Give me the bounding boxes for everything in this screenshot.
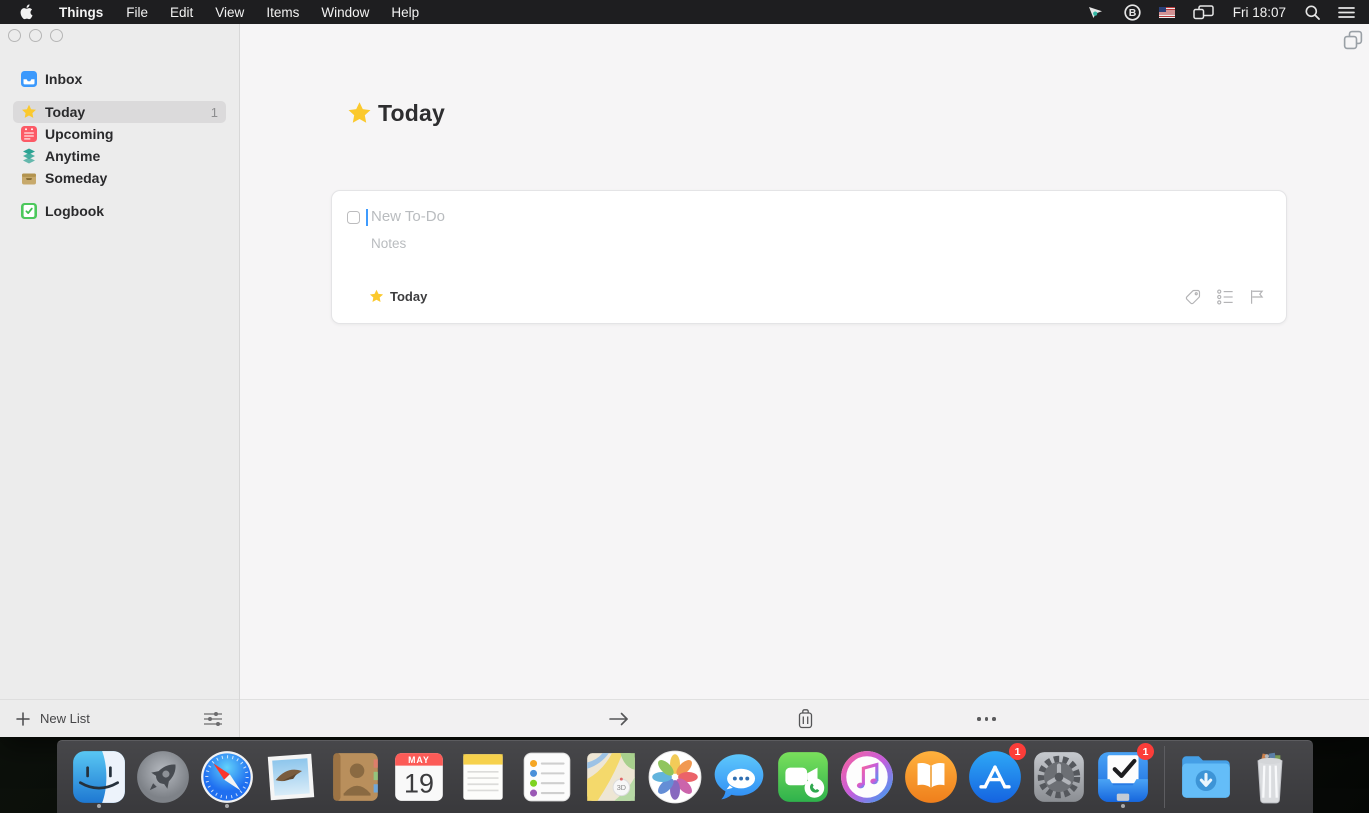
sidebar-item-label: Upcoming	[45, 126, 113, 142]
dock: MAY 19 3D 1	[57, 740, 1313, 813]
more-options-button[interactable]	[977, 717, 996, 721]
sidebar-item-logbook[interactable]: Logbook	[13, 200, 226, 222]
sidebar: Inbox Today 1 Upcoming	[0, 24, 240, 737]
dock-icon-launchpad[interactable]	[131, 745, 195, 809]
notification-center-icon[interactable]	[1329, 0, 1369, 24]
menu-help[interactable]: Help	[380, 0, 430, 24]
dock-icon-downloads-folder[interactable]	[1174, 745, 1238, 809]
dock-icon-calendar[interactable]: MAY 19	[387, 745, 451, 809]
running-indicator	[1121, 804, 1125, 808]
things-window: Inbox Today 1 Upcoming	[0, 24, 1369, 737]
dock-icon-finder[interactable]	[67, 745, 131, 809]
flag-icon[interactable]	[1248, 288, 1266, 306]
sidebar-item-anytime[interactable]: Anytime	[13, 145, 226, 167]
logbook-icon	[21, 203, 37, 219]
sidebar-item-label: Inbox	[45, 71, 82, 87]
notification-badge: 1	[1137, 743, 1154, 760]
menu-window[interactable]: Window	[310, 0, 380, 24]
apple-icon	[20, 4, 33, 20]
plus-icon	[16, 712, 30, 726]
tag-icon[interactable]	[1184, 288, 1202, 306]
dock-icon-books[interactable]	[899, 745, 963, 809]
todo-when-chip[interactable]: Today	[369, 289, 427, 304]
dock-icon-notes[interactable]	[451, 745, 515, 809]
page-title-text: Today	[378, 100, 445, 127]
text-caret	[366, 209, 368, 226]
running-indicator	[97, 804, 101, 808]
svg-text:3D: 3D	[617, 783, 626, 792]
b-circle-status-icon[interactable]: B	[1115, 0, 1150, 24]
page-title: Today	[347, 100, 445, 127]
today-star-icon	[21, 104, 37, 120]
input-source-flag-icon[interactable]	[1150, 0, 1184, 24]
todo-when-label: Today	[390, 289, 427, 304]
new-list-button[interactable]: New List	[40, 711, 90, 726]
displays-icon[interactable]	[1184, 0, 1223, 24]
menu-items[interactable]: Items	[255, 0, 310, 24]
dock-icon-messages[interactable]	[707, 745, 771, 809]
dock-icon-mail[interactable]	[259, 745, 323, 809]
dock-icon-app-store[interactable]: 1	[963, 745, 1027, 809]
sidebar-list: Inbox Today 1 Upcoming	[0, 68, 239, 222]
todo-checkbox[interactable]	[347, 211, 360, 224]
sidebar-item-today[interactable]: Today 1	[13, 101, 226, 123]
trash-button[interactable]	[796, 708, 815, 729]
todo-actions	[1184, 288, 1266, 306]
desktop: Things File Edit View Items Window Help …	[0, 0, 1369, 813]
dock-icon-trash[interactable]	[1238, 745, 1302, 809]
sidebar-item-label: Someday	[45, 170, 107, 186]
dock-divider	[1164, 746, 1165, 808]
cursor-status-icon[interactable]	[1078, 0, 1115, 24]
sidebar-item-inbox[interactable]: Inbox	[13, 68, 226, 90]
svg-text:19: 19	[404, 769, 434, 799]
multiple-windows-icon[interactable]	[1343, 30, 1363, 50]
running-indicator	[225, 804, 229, 808]
today-count-badge: 1	[211, 105, 218, 120]
inbox-icon	[21, 71, 37, 87]
close-button[interactable]	[8, 29, 21, 42]
checklist-icon[interactable]	[1216, 288, 1234, 306]
window-controls	[8, 29, 63, 42]
sidebar-item-someday[interactable]: Someday	[13, 167, 226, 189]
dock-icon-maps[interactable]: 3D	[579, 745, 643, 809]
sidebar-item-label: Logbook	[45, 203, 104, 219]
notification-badge: 1	[1009, 743, 1026, 760]
upcoming-calendar-icon	[21, 126, 37, 142]
list-settings-icon[interactable]	[203, 711, 223, 727]
today-star-icon	[347, 101, 372, 126]
dock-icon-safari[interactable]	[195, 745, 259, 809]
dock-icon-photos[interactable]	[643, 745, 707, 809]
apple-menu[interactable]	[0, 0, 47, 24]
menu-clock[interactable]: Fri 18:07	[1223, 0, 1296, 24]
minimize-button[interactable]	[29, 29, 42, 42]
dock-icon-facetime[interactable]	[771, 745, 835, 809]
todo-notes-field[interactable]: Notes	[371, 236, 406, 251]
dock-icon-reminders[interactable]	[515, 745, 579, 809]
today-star-icon	[369, 289, 384, 304]
svg-text:MAY: MAY	[408, 755, 430, 765]
menu-view[interactable]: View	[204, 0, 255, 24]
menu-file[interactable]: File	[115, 0, 159, 24]
move-arrow-button[interactable]	[608, 711, 630, 727]
menu-bar: Things File Edit View Items Window Help …	[0, 0, 1369, 24]
todo-title-field[interactable]: New To-Do	[371, 208, 445, 225]
zoom-button[interactable]	[50, 29, 63, 42]
new-todo-card[interactable]: New To-Do Notes Today	[331, 190, 1287, 324]
sidebar-item-label: Anytime	[45, 148, 100, 164]
main-toolbar	[240, 699, 1369, 737]
svg-text:B: B	[1128, 7, 1136, 19]
sidebar-item-upcoming[interactable]: Upcoming	[13, 123, 226, 145]
someday-box-icon	[21, 170, 37, 186]
menu-edit[interactable]: Edit	[159, 0, 204, 24]
dock-icon-things[interactable]: 1	[1091, 745, 1155, 809]
menu-app-name[interactable]: Things	[47, 5, 115, 20]
sidebar-footer: New List	[0, 699, 239, 737]
dock-icon-contacts[interactable]	[323, 745, 387, 809]
anytime-layers-icon	[21, 148, 37, 164]
dock-icon-itunes[interactable]	[835, 745, 899, 809]
spotlight-search-icon[interactable]	[1296, 0, 1329, 24]
sidebar-item-label: Today	[45, 104, 85, 120]
dock-icon-system-preferences[interactable]	[1027, 745, 1091, 809]
main-area: Today New To-Do Notes Today	[240, 24, 1369, 737]
